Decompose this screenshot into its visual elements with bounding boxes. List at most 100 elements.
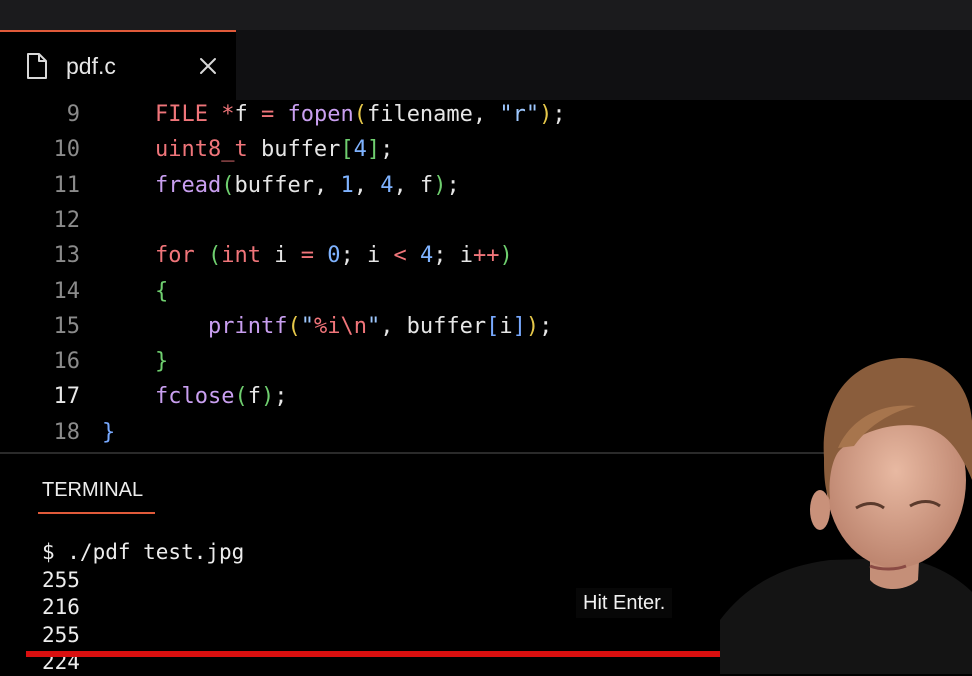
code-text: fread(buffer, 1, 4, f); xyxy=(102,168,460,203)
code-token: , xyxy=(353,172,381,198)
code-token: ( xyxy=(221,172,235,198)
code-line[interactable]: 14 { xyxy=(0,274,972,309)
code-token: ; i xyxy=(340,243,394,269)
terminal-command-line: $ ./pdf test.jpg xyxy=(42,540,245,564)
code-token: ++ xyxy=(472,243,500,269)
code-token: FILE xyxy=(154,102,208,127)
code-token: int xyxy=(221,243,261,269)
code-line[interactable]: 12 xyxy=(0,203,972,238)
code-token: [ xyxy=(486,313,500,339)
code-line[interactable]: 9 FILE *f = fopen(filename, "r"); xyxy=(0,100,972,132)
code-token: for xyxy=(154,243,195,269)
code-token: , buffer xyxy=(380,313,487,339)
code-token: ; xyxy=(274,384,288,410)
code-token: ) xyxy=(260,384,275,410)
code-token: ) xyxy=(433,172,447,198)
code-token: f xyxy=(247,384,261,410)
code-token: * xyxy=(221,102,235,127)
terminal-output-line: 216 xyxy=(42,595,80,620)
code-text: fclose(f); xyxy=(102,379,287,414)
line-number: 13 xyxy=(53,243,81,269)
code-token: " xyxy=(366,313,381,339)
code-token: = xyxy=(300,243,314,269)
code-text: } xyxy=(102,415,115,450)
code-token: %i\n xyxy=(313,313,367,339)
code-token: < xyxy=(393,243,407,269)
code-token: buffer xyxy=(247,137,341,163)
line-number: 14 xyxy=(53,278,81,304)
code-token: f xyxy=(234,102,261,127)
code-token: ( xyxy=(287,313,301,339)
tab-terminal[interactable]: TERMINAL xyxy=(42,478,143,502)
tab-pdf-c[interactable]: pdf.c xyxy=(0,30,236,100)
code-text: } xyxy=(102,344,168,379)
code-token: i xyxy=(499,313,513,339)
file-icon xyxy=(27,53,47,79)
line-number: 9 xyxy=(66,102,80,127)
line-number: 11 xyxy=(53,172,81,198)
code-text: FILE *f = fopen(filename, "r"); xyxy=(102,100,566,132)
terminal-tab-underline xyxy=(38,512,155,514)
code-text: printf("%i\n", buffer[i]); xyxy=(102,309,552,344)
code-token: ; xyxy=(446,172,460,198)
code-token: ] xyxy=(366,137,381,163)
line-number: 16 xyxy=(53,349,81,375)
code-token: ; i xyxy=(433,243,473,269)
code-token: , f xyxy=(393,172,434,198)
line-number: 10 xyxy=(53,137,81,163)
line-number: 12 xyxy=(53,207,81,233)
code-token: 4 xyxy=(380,172,394,198)
code-token: ) xyxy=(525,313,540,339)
code-token: 4 xyxy=(419,243,434,269)
code-token: ) xyxy=(499,243,513,269)
code-token: fclose xyxy=(154,384,235,410)
code-token: ] xyxy=(512,313,526,339)
code-text: for (int i = 0; i < 4; i++) xyxy=(102,238,513,273)
close-icon[interactable] xyxy=(196,54,220,78)
presenter-webcam-image xyxy=(720,358,972,674)
code-line[interactable]: 11 fread(buffer, 1, 4, f); xyxy=(0,168,972,203)
code-token: buffer, xyxy=(234,172,341,198)
code-token: ; xyxy=(380,137,394,163)
code-token: fopen xyxy=(287,102,354,127)
title-bar xyxy=(0,0,972,30)
code-token: } xyxy=(154,349,169,375)
code-token: ( xyxy=(207,243,222,269)
terminal-output-line: 255 xyxy=(42,622,80,647)
code-token: 4 xyxy=(353,137,367,163)
code-token: ; xyxy=(552,102,566,127)
code-token: ) xyxy=(539,102,553,127)
code-token: { xyxy=(154,278,169,304)
code-line[interactable]: 13 for (int i = 0; i < 4; i++) xyxy=(0,238,972,273)
code-token: i xyxy=(260,243,301,269)
video-caption: Hit Enter. xyxy=(576,588,673,618)
code-line[interactable]: 10 uint8_t buffer[4]; xyxy=(0,132,972,167)
code-token: = xyxy=(260,102,275,127)
code-token: " xyxy=(300,313,314,339)
line-number: 17 xyxy=(53,384,81,410)
code-token: 0 xyxy=(327,243,341,269)
tab-filename: pdf.c xyxy=(66,53,116,79)
line-number: 15 xyxy=(53,313,81,339)
code-token: filename, xyxy=(366,102,500,127)
code-text: { xyxy=(102,274,168,309)
code-token: ( xyxy=(234,384,248,410)
code-token: } xyxy=(102,419,116,445)
code-token: 1 xyxy=(340,172,354,198)
code-token: fread xyxy=(154,172,222,198)
terminal-output-line: 255 xyxy=(42,567,80,592)
line-number: 18 xyxy=(53,419,81,445)
code-text: uint8_t buffer[4]; xyxy=(102,132,393,167)
code-token: ( xyxy=(353,102,367,127)
code-token: "r" xyxy=(499,102,540,127)
